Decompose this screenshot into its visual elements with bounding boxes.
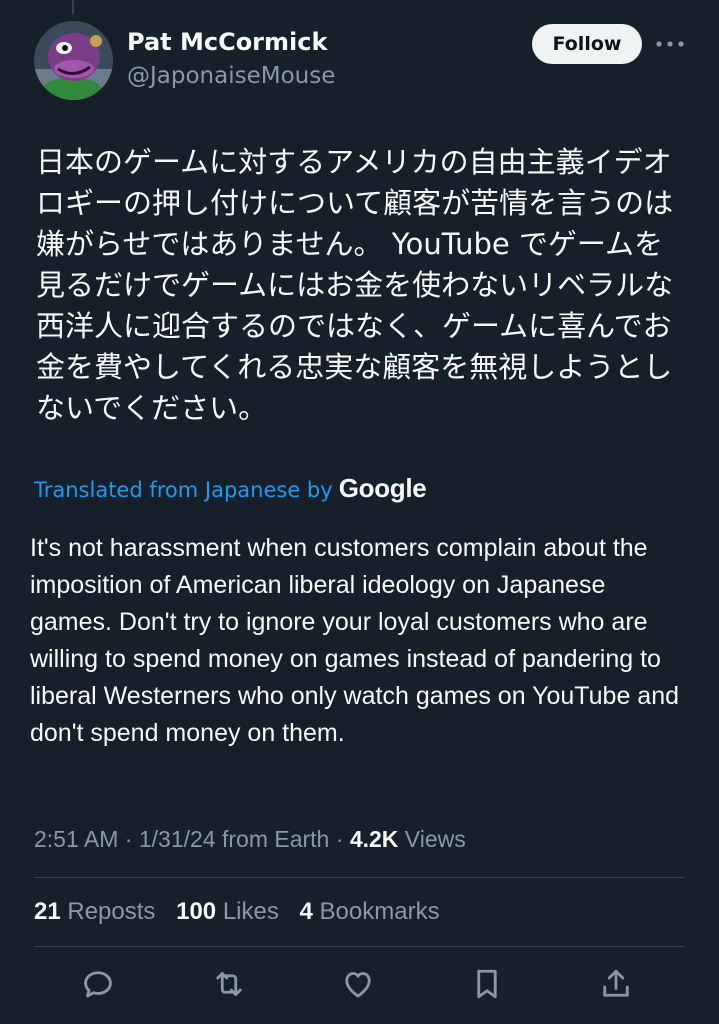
engagement-stats: 21 Reposts 100 Likes 4 Bookmarks — [34, 898, 440, 926]
meta-separator: · — [335, 826, 344, 852]
meta-separator: · — [124, 826, 133, 852]
avatar[interactable] — [34, 21, 113, 100]
tweet-original-text: 日本のゲームに対するアメリカの自由主義イデオロギーの押し付けについて顧客が苦情を… — [36, 145, 674, 425]
likes-stat[interactable]: 100 Likes — [176, 898, 279, 925]
reposts-stat[interactable]: 21 Reposts — [34, 898, 155, 925]
reposts-label: Reposts — [67, 898, 156, 925]
user-handle[interactable]: @JaponaiseMouse — [127, 63, 335, 89]
likes-count: 100 — [176, 898, 217, 925]
views-count[interactable]: 4.2K — [350, 826, 399, 852]
display-name[interactable]: Pat McCormick — [127, 28, 327, 56]
thread-line — [72, 0, 74, 14]
views-label[interactable]: Views — [405, 826, 466, 852]
translation-provider: Google — [338, 473, 427, 503]
tweet-location: from Earth — [221, 826, 330, 852]
tweet-detail: Pat McCormick @JaponaiseMouse Follow 日本の… — [0, 0, 719, 1024]
bookmarks-stat[interactable]: 4 Bookmarks — [300, 898, 440, 925]
like-icon[interactable] — [340, 966, 376, 1002]
translation-label[interactable]: Translated from Japanese by — [34, 478, 333, 502]
more-horizontal-icon[interactable] — [654, 34, 686, 54]
follow-button[interactable]: Follow — [532, 24, 642, 64]
bookmarks-label: Bookmarks — [319, 898, 440, 925]
divider — [34, 946, 685, 947]
tweet-translated-text: It's not harassment when customers compl… — [30, 534, 679, 747]
reply-icon[interactable] — [80, 966, 116, 1002]
divider — [34, 877, 685, 878]
bookmarks-count: 4 — [299, 898, 313, 925]
repost-icon[interactable] — [211, 966, 247, 1002]
purple-dinosaur-avatar-icon — [34, 21, 113, 100]
likes-label: Likes — [222, 898, 279, 925]
tweet-date[interactable]: 1/31/24 — [139, 826, 216, 852]
bookmark-icon[interactable] — [469, 966, 505, 1002]
reposts-count: 21 — [34, 898, 61, 925]
translation-attribution[interactable]: Translated from Japanese by Google — [34, 473, 427, 504]
tweet-meta: 2:51 AM · 1/31/24 from Earth · 4.2K View… — [34, 826, 466, 853]
tweet-time[interactable]: 2:51 AM — [34, 826, 118, 852]
share-icon[interactable] — [598, 966, 634, 1002]
